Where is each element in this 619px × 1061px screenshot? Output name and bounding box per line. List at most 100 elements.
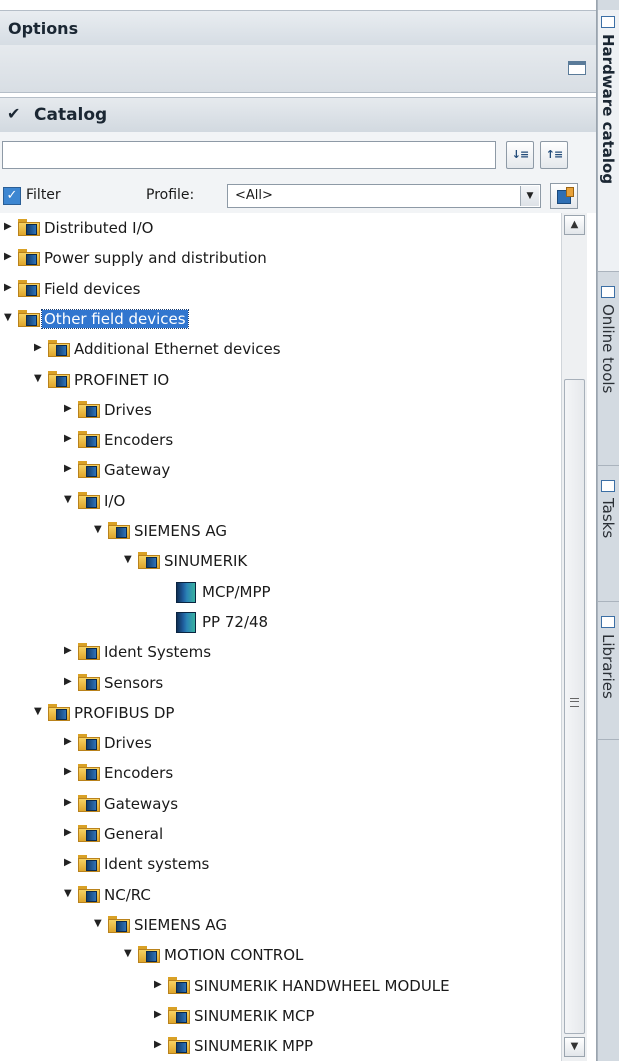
tree-folder-item[interactable]: ▼ SIEMENS AG	[90, 910, 560, 940]
collapsed-arrow-icon[interactable]: ▶	[64, 857, 72, 868]
expanded-arrow-icon[interactable]: ▼	[64, 888, 72, 899]
expanded-arrow-icon[interactable]: ▼	[34, 373, 42, 384]
collapsed-arrow-icon[interactable]: ▶	[64, 645, 72, 656]
tree-folder-item[interactable]: ▶ Encoders	[60, 425, 560, 455]
folder-icon	[78, 643, 100, 660]
collapsed-arrow-icon[interactable]: ▶	[64, 433, 72, 444]
tree-item-label: Gateway	[104, 461, 171, 479]
tree-folder-item[interactable]: ▶ Power supply and distribution	[0, 243, 560, 273]
expanded-arrow-icon[interactable]: ▼	[94, 524, 102, 535]
catalog-header[interactable]: ✔ Catalog	[0, 97, 596, 133]
collapsed-arrow-icon[interactable]: ▶	[34, 342, 42, 353]
tree-item-label: SINUMERIK MPP	[194, 1037, 314, 1055]
catalog-title: Catalog	[34, 105, 108, 125]
expanded-arrow-icon[interactable]: ▼	[34, 706, 42, 717]
folder-icon	[78, 431, 100, 448]
tree-folder-item[interactable]: ▼ PROFIBUS DP	[30, 698, 560, 728]
tree-item-label: SINUMERIK MCP	[194, 1007, 315, 1025]
folder-icon	[168, 977, 190, 994]
expanded-arrow-icon[interactable]: ▼	[124, 948, 132, 959]
collapsed-arrow-icon[interactable]: ▶	[4, 251, 12, 262]
tree-item-label: Power supply and distribution	[44, 249, 267, 267]
expanded-arrow-icon[interactable]: ▼	[4, 312, 12, 323]
tree-item-label: Additional Ethernet devices	[74, 340, 281, 358]
tree-folder-item[interactable]: ▶ Encoders	[60, 758, 560, 788]
tree-folder-item[interactable]: ▼ SIEMENS AG	[90, 516, 560, 546]
tree-folder-item[interactable]: ▶ Drives	[60, 395, 560, 425]
tree-folder-item[interactable]: ▶ Gateway	[60, 455, 560, 485]
tree-item-label: Ident Systems	[104, 643, 212, 661]
filter-checkbox[interactable]: ✓	[3, 187, 21, 205]
tree-device-item[interactable]: MCP/MPP	[150, 577, 560, 607]
tree-folder-item[interactable]: ▼ PROFINET IO	[30, 365, 560, 395]
expanded-arrow-icon[interactable]: ▼	[64, 494, 72, 505]
search-down-icon[interactable]: ↓≡	[506, 141, 534, 169]
scroll-down-icon[interactable]: ▼	[564, 1037, 585, 1057]
tab-libraries[interactable]: Libraries	[598, 610, 619, 740]
tree-folder-item[interactable]: ▶ Distributed I/O	[0, 213, 560, 243]
tab-online-tools[interactable]: Online tools	[598, 280, 619, 466]
tree-item-label: Encoders	[104, 431, 174, 449]
tree-folder-item[interactable]: ▶ Ident Systems	[60, 637, 560, 667]
tasks-icon	[601, 480, 615, 492]
tree-folder-item[interactable]: ▶ Field devices	[0, 274, 560, 304]
expanded-arrow-icon[interactable]: ▼	[124, 554, 132, 565]
filter-row: ✓ Filter Profile: <All> ▼	[0, 180, 596, 213]
dropdown-arrow-icon[interactable]: ▼	[520, 186, 539, 206]
expanded-arrow-icon[interactable]: ▼	[94, 918, 102, 929]
collapsed-arrow-icon[interactable]: ▶	[154, 1039, 162, 1050]
vertical-scrollbar[interactable]: ▲ ▼	[561, 213, 587, 1061]
tree-folder-item[interactable]: ▶ Sensors	[60, 668, 560, 698]
collapsed-arrow-icon[interactable]: ▶	[154, 1009, 162, 1020]
collapsed-arrow-icon[interactable]: ▶	[154, 979, 162, 990]
scrollbar-thumb[interactable]	[564, 379, 585, 1034]
tree-item-label: Gateways	[104, 795, 179, 813]
tree-item-label: SINUMERIK HANDWHEEL MODULE	[194, 977, 450, 995]
collapsed-arrow-icon[interactable]: ▶	[64, 797, 72, 808]
folder-icon	[78, 734, 100, 751]
collapsed-arrow-icon[interactable]: ▶	[64, 736, 72, 747]
folder-icon	[108, 916, 130, 933]
tree-folder-item[interactable]: ▶ General	[60, 819, 560, 849]
tree-folder-item[interactable]: ▼ I/O	[60, 486, 560, 516]
catalog-tree: ▶ Distributed I/O ▶ Power supply and distri…	[0, 213, 560, 1061]
task-card-sidebar: Hardware catalog Online tools Tasks Libr…	[597, 0, 619, 1061]
options-header: Options	[0, 10, 596, 46]
folder-icon	[78, 461, 100, 478]
catalog-search-input[interactable]	[2, 141, 496, 169]
tree-folder-item[interactable]: ▼ NC/RC	[60, 880, 560, 910]
profile-settings-icon[interactable]	[550, 183, 578, 209]
collapsed-arrow-icon[interactable]: ▶	[4, 221, 12, 232]
tree-device-item[interactable]: PP 72/48	[150, 607, 560, 637]
tree-item-label: MCP/MPP	[202, 583, 271, 601]
tree-item-label: Drives	[104, 734, 152, 752]
collapsed-arrow-icon[interactable]: ▶	[64, 827, 72, 838]
tab-hardware-catalog[interactable]: Hardware catalog	[598, 10, 619, 272]
tree-folder-item[interactable]: ▶ SINUMERIK HANDWHEEL MODULE	[150, 971, 560, 1001]
tree-folder-item[interactable]: ▶ Ident systems	[60, 849, 560, 879]
profile-value: <All>	[235, 188, 273, 203]
tree-folder-item[interactable]: ▶ SINUMERIK MCP	[150, 1001, 560, 1031]
tree-item-label: Encoders	[104, 764, 174, 782]
folder-icon	[78, 855, 100, 872]
maximize-icon[interactable]	[568, 61, 586, 75]
chevron-down-icon[interactable]: ✔	[7, 104, 20, 123]
tree-folder-item[interactable]: ▼ Other field devices	[0, 304, 560, 334]
collapsed-arrow-icon[interactable]: ▶	[64, 463, 72, 474]
tab-label: Libraries	[599, 634, 617, 699]
tab-tasks[interactable]: Tasks	[598, 474, 619, 602]
collapsed-arrow-icon[interactable]: ▶	[4, 282, 12, 293]
scroll-up-icon[interactable]: ▲	[564, 215, 585, 235]
catalog-icon	[601, 16, 615, 28]
tree-folder-item[interactable]: ▶ Gateways	[60, 789, 560, 819]
tree-folder-item[interactable]: ▶ Additional Ethernet devices	[30, 334, 560, 364]
collapsed-arrow-icon[interactable]: ▶	[64, 766, 72, 777]
collapsed-arrow-icon[interactable]: ▶	[64, 676, 72, 687]
search-up-icon[interactable]: ↑≡	[540, 141, 568, 169]
collapsed-arrow-icon[interactable]: ▶	[64, 403, 72, 414]
tree-folder-item[interactable]: ▶ Drives	[60, 728, 560, 758]
tree-folder-item[interactable]: ▼ MOTION CONTROL	[120, 940, 560, 970]
profile-select[interactable]: <All> ▼	[227, 184, 541, 208]
tree-folder-item[interactable]: ▶ SINUMERIK MPP	[150, 1031, 560, 1061]
tree-folder-item[interactable]: ▼ SINUMERIK	[120, 546, 560, 576]
